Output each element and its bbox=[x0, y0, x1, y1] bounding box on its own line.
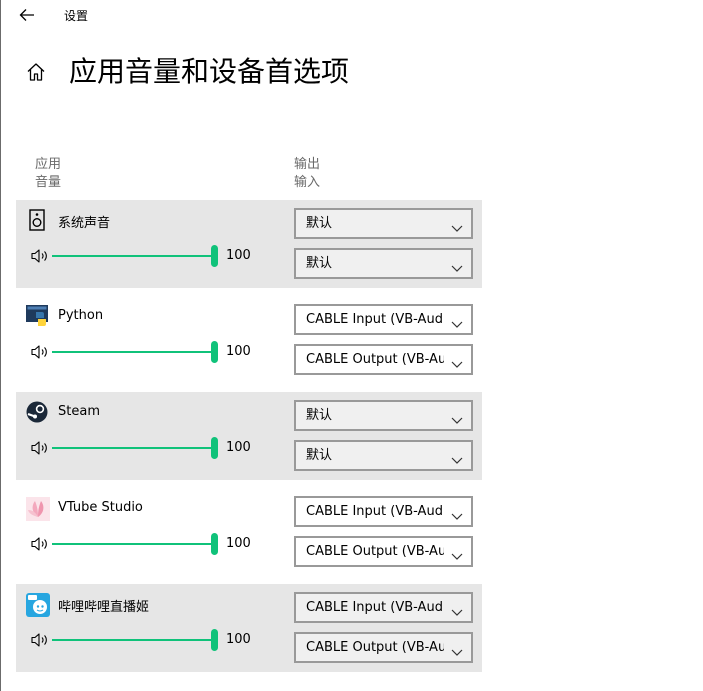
window-title: 设置 bbox=[64, 9, 89, 23]
app-row: VTube Studio 100 CABLE Input (VB-Audio Vir… bbox=[16, 488, 482, 576]
chevron-down-icon bbox=[451, 218, 463, 232]
chevron-down-icon bbox=[451, 314, 463, 328]
volume-icon[interactable] bbox=[30, 440, 50, 456]
output-device-dropdown[interactable]: 默认 bbox=[294, 208, 473, 239]
input-device-value: 默认 bbox=[306, 448, 333, 463]
chevron-down-icon bbox=[451, 410, 463, 424]
chevron-down-icon bbox=[451, 354, 463, 368]
output-device-value: 默认 bbox=[306, 216, 333, 231]
app-name: VTube Studio bbox=[58, 500, 143, 515]
volume-slider[interactable] bbox=[52, 242, 218, 270]
volume-icon[interactable] bbox=[30, 344, 50, 360]
chevron-down-icon bbox=[451, 546, 463, 560]
volume-slider-track bbox=[52, 543, 215, 545]
input-device-value: CABLE Output (VB-Audio Virtual Cable) bbox=[306, 640, 444, 655]
chevron-down-icon bbox=[451, 450, 463, 464]
app-column-label: 应用 bbox=[35, 157, 62, 172]
output-device-dropdown[interactable]: CABLE Input (VB-Audio Virtual Cable) bbox=[294, 496, 473, 527]
chevron-down-icon bbox=[451, 602, 463, 616]
output-device-dropdown[interactable]: CABLE Input (VB-Audio Virtual Cable) bbox=[294, 304, 473, 335]
volume-slider-thumb[interactable] bbox=[211, 245, 218, 267]
app-column-header: 应用 音量 bbox=[35, 156, 61, 192]
vtube-studio-icon bbox=[26, 497, 50, 521]
app-row: 哔哩哔哩直播姬 100 CABLE Input (VB-Audio Virtual … bbox=[16, 584, 482, 672]
app-row: Python 100 CABLE Input (VB-Audio Virtual C… bbox=[16, 296, 482, 384]
volume-icon[interactable] bbox=[30, 536, 50, 552]
volume-slider-thumb[interactable] bbox=[211, 533, 218, 555]
chevron-down-icon bbox=[451, 258, 463, 272]
volume-icon[interactable] bbox=[30, 632, 50, 648]
volume-slider-thumb[interactable] bbox=[211, 341, 218, 363]
output-device-dropdown[interactable]: CABLE Input (VB-Audio Virtual Cable) bbox=[294, 592, 473, 623]
back-arrow-icon bbox=[19, 9, 34, 21]
volume-slider[interactable] bbox=[52, 434, 218, 462]
input-device-dropdown[interactable]: 默认 bbox=[294, 440, 473, 471]
input-device-value: CABLE Output (VB-Audio Virtual Cable) bbox=[306, 544, 444, 559]
volume-column-label: 音量 bbox=[35, 175, 62, 190]
app-name: Python bbox=[58, 308, 104, 323]
output-device-value: CABLE Input (VB-Audio Virtual Cable) bbox=[306, 504, 444, 519]
volume-slider-track bbox=[52, 447, 215, 449]
window-left-border bbox=[0, 0, 1, 691]
volume-slider-track bbox=[52, 639, 215, 641]
input-device-dropdown[interactable]: CABLE Output (VB-Audio Virtual Cable) bbox=[294, 632, 473, 663]
app-row: 系统声音 100 默认 默认 bbox=[16, 200, 482, 288]
output-device-dropdown[interactable]: 默认 bbox=[294, 400, 473, 431]
volume-slider[interactable] bbox=[52, 626, 218, 654]
input-device-dropdown[interactable]: 默认 bbox=[294, 248, 473, 279]
input-device-value: 默认 bbox=[306, 256, 333, 271]
output-column-label: 输出 bbox=[294, 157, 321, 172]
app-name: Steam bbox=[58, 404, 100, 419]
volume-slider-track bbox=[52, 351, 215, 353]
volume-slider[interactable] bbox=[52, 530, 218, 558]
volume-icon[interactable] bbox=[30, 248, 50, 264]
volume-value: 100 bbox=[226, 632, 251, 647]
input-device-value: CABLE Output (VB-Audio Virtual Cable) bbox=[306, 352, 444, 367]
output-device-value: 默认 bbox=[306, 408, 333, 423]
volume-value: 100 bbox=[226, 344, 251, 359]
bilibili-live-icon bbox=[26, 593, 50, 617]
volume-slider-track bbox=[52, 255, 215, 257]
volume-slider-thumb[interactable] bbox=[211, 629, 218, 651]
volume-slider-thumb[interactable] bbox=[211, 437, 218, 459]
output-device-value: CABLE Input (VB-Audio Virtual Cable) bbox=[306, 312, 444, 327]
volume-value: 100 bbox=[226, 440, 251, 455]
python-icon bbox=[26, 305, 48, 327]
volume-value: 100 bbox=[226, 248, 251, 263]
output-device-value: CABLE Input (VB-Audio Virtual Cable) bbox=[306, 600, 444, 615]
speaker-icon bbox=[26, 209, 48, 231]
chevron-down-icon bbox=[451, 506, 463, 520]
device-column-header: 输出 输入 bbox=[294, 156, 320, 192]
volume-slider[interactable] bbox=[52, 338, 218, 366]
chevron-down-icon bbox=[451, 642, 463, 656]
home-icon[interactable] bbox=[25, 61, 47, 83]
input-column-label: 输入 bbox=[294, 175, 321, 190]
app-row: Steam 100 默认 默认 bbox=[16, 392, 482, 480]
back-button[interactable] bbox=[16, 4, 38, 26]
page-title: 应用音量和设备首选项 bbox=[69, 55, 350, 88]
steam-icon bbox=[26, 401, 48, 423]
input-device-dropdown[interactable]: CABLE Output (VB-Audio Virtual Cable) bbox=[294, 536, 473, 567]
app-name: 哔哩哔哩直播姬 bbox=[58, 600, 150, 615]
input-device-dropdown[interactable]: CABLE Output (VB-Audio Virtual Cable) bbox=[294, 344, 473, 375]
volume-value: 100 bbox=[226, 536, 251, 551]
app-name: 系统声音 bbox=[58, 216, 111, 231]
